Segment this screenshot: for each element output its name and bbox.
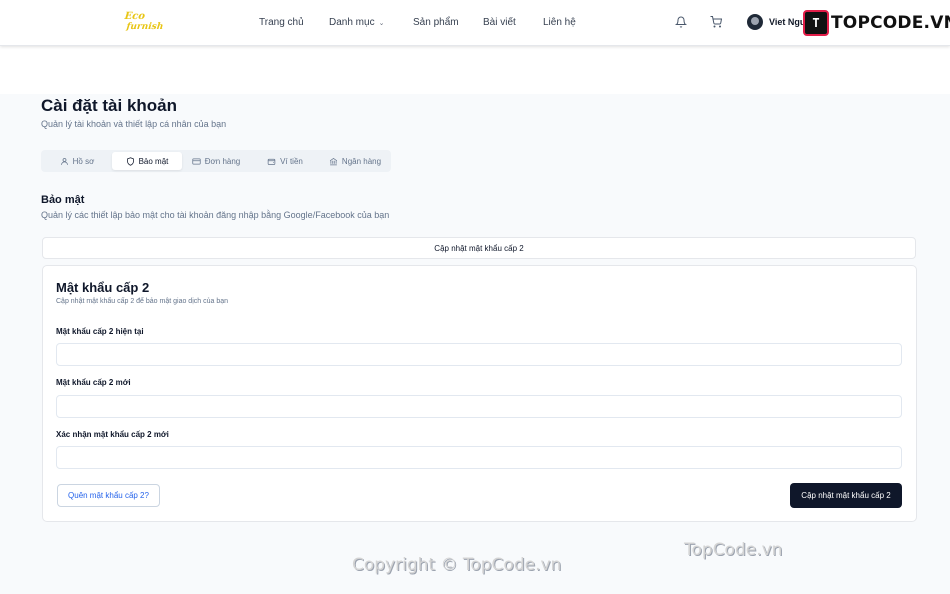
- user-icon: [60, 157, 68, 165]
- card-subtitle: Cập nhật mật khẩu cấp 2 để bảo mật giao …: [56, 298, 229, 305]
- shield-icon: [126, 156, 134, 166]
- tab-bank[interactable]: Ngân hàng: [321, 152, 389, 170]
- confirm-password-input[interactable]: [56, 446, 902, 469]
- card-icon: [192, 158, 201, 164]
- nav-products[interactable]: Sản phẩm: [413, 17, 459, 28]
- page-title: Cài đặt tài khoản: [41, 96, 178, 115]
- new-password-label: Mật khẩu cấp 2 mới: [56, 378, 131, 387]
- tab-security[interactable]: Bảo mật: [112, 152, 182, 170]
- nav-contact[interactable]: Liên hệ: [543, 17, 576, 28]
- card-title: Mật khẩu cấp 2: [56, 280, 150, 295]
- settings-tabs: Hồ sơ Bảo mật Đơn hàng Ví tiền Ngân hàng: [41, 150, 391, 172]
- new-password-input[interactable]: [56, 395, 902, 418]
- watermark-top: TopCode.vn: [684, 540, 783, 560]
- avatar[interactable]: [747, 14, 763, 30]
- section-subtitle: Quản lý các thiết lập bảo mật cho tài kh…: [41, 210, 390, 220]
- cart-icon[interactable]: [710, 15, 724, 29]
- top-header: Eco furnish Trang chủ Danh mục ⌄ Sản phẩm…: [0, 0, 950, 46]
- tab-wallet[interactable]: Ví tiền: [253, 152, 317, 170]
- tab-orders[interactable]: Đơn hàng: [184, 152, 248, 170]
- current-password-label: Mật khẩu cấp 2 hiện tại: [56, 327, 144, 336]
- page-subtitle: Quản lý tài khoản và thiết lập cá nhân c…: [41, 119, 227, 129]
- bell-icon[interactable]: [674, 15, 689, 29]
- logo-line2: furnish: [125, 22, 164, 32]
- tab-profile[interactable]: Hồ sơ: [43, 152, 111, 170]
- site-logo[interactable]: Eco furnish: [123, 11, 165, 32]
- topcode-brand: T TOPCODE.VN: [803, 10, 950, 36]
- current-password-input[interactable]: [56, 343, 902, 366]
- nav-articles[interactable]: Bài viết: [483, 17, 516, 28]
- tab-orders-label: Đơn hàng: [204, 156, 241, 166]
- tab-wallet-label: Ví tiền: [280, 156, 303, 166]
- tab-profile-label: Hồ sơ: [72, 156, 95, 166]
- wallet-icon: [267, 158, 276, 165]
- forgot-password-button[interactable]: Quên mật khẩu cấp 2?: [57, 484, 160, 507]
- brand-mark: T: [803, 10, 829, 36]
- update-password-tab[interactable]: Cập nhật mật khẩu cấp 2: [42, 237, 916, 259]
- chevron-down-icon: ⌄: [378, 20, 385, 27]
- tab-security-label: Bảo mật: [138, 156, 169, 166]
- nav-categories[interactable]: Danh mục ⌄: [329, 17, 384, 28]
- section-title: Bảo mật: [41, 194, 85, 206]
- nav-home[interactable]: Trang chủ: [259, 17, 304, 28]
- brand-text: TOPCODE.VN: [831, 13, 950, 33]
- tab-bank-label: Ngân hàng: [341, 156, 382, 166]
- nav-categories-label: Danh mục: [329, 17, 375, 28]
- bank-icon: [329, 157, 338, 165]
- confirm-password-label: Xác nhận mật khẩu cấp 2 mới: [56, 430, 169, 439]
- user-name[interactable]: Viet Ngu: [769, 17, 805, 27]
- logo-line1: Eco: [124, 11, 146, 22]
- update-password-button[interactable]: Cập nhật mật khẩu cấp 2: [790, 483, 902, 508]
- watermark-bottom: Copyright © TopCode.vn: [352, 555, 562, 575]
